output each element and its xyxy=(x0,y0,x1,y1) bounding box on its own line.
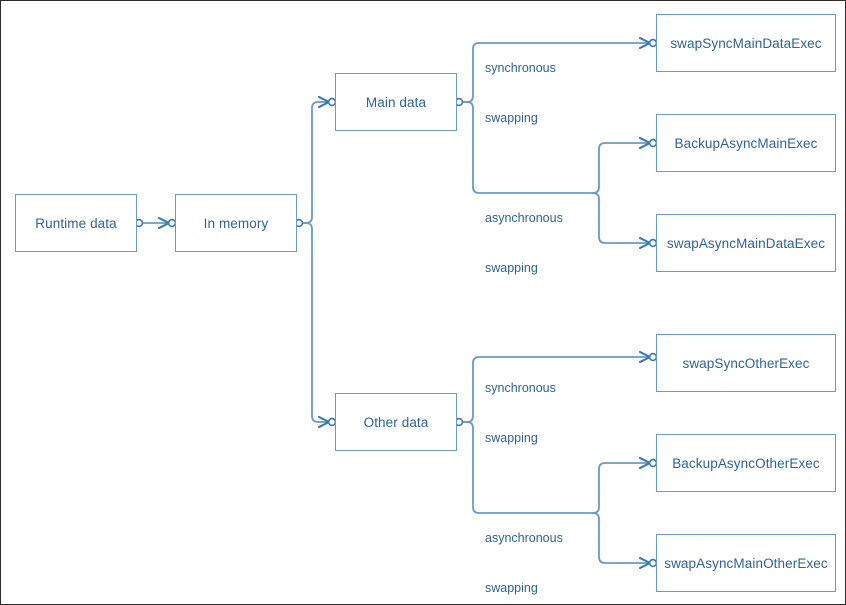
node-label: swapAsyncMainOtherExec xyxy=(664,555,828,571)
node-swap-sync-main-data-exec[interactable]: swapSyncMainDataExec xyxy=(656,14,836,72)
edge-label-async-main: asynchronous swapping xyxy=(485,177,563,309)
edge-main-data-async-swap xyxy=(592,192,652,250)
edge-main-data-async-backup xyxy=(592,136,652,194)
edge-label-line2: swapping xyxy=(485,110,538,125)
node-backup-async-main-exec[interactable]: BackupAsyncMainExec xyxy=(656,114,836,172)
edge-label-line2: swapping xyxy=(485,260,538,275)
node-main-data[interactable]: Main data xyxy=(335,73,457,131)
diagram-canvas: Runtime data In memory Main data Other d… xyxy=(0,0,846,605)
node-swap-async-main-data-exec[interactable]: swapAsyncMainDataExec xyxy=(656,214,836,272)
node-backup-async-other-exec[interactable]: BackupAsyncOtherExec xyxy=(656,434,836,492)
node-label: BackupAsyncOtherExec xyxy=(672,455,820,471)
edge-label-line2: swapping xyxy=(485,430,538,445)
node-label: Runtime data xyxy=(35,215,117,231)
node-in-memory[interactable]: In memory xyxy=(175,194,297,252)
node-runtime-data[interactable]: Runtime data xyxy=(15,194,137,252)
edge-in-memory-to-other-data xyxy=(301,222,331,429)
node-label: swapAsyncMainDataExec xyxy=(666,235,826,251)
node-label: Other data xyxy=(363,414,429,430)
node-swap-sync-other-exec[interactable]: swapSyncOtherExec xyxy=(656,334,836,392)
node-label: BackupAsyncMainExec xyxy=(674,135,818,151)
edge-label-line1: asynchronous xyxy=(485,531,563,545)
node-swap-async-main-other-exec[interactable]: swapAsyncMainOtherExec xyxy=(656,534,836,592)
node-other-data[interactable]: Other data xyxy=(335,393,457,451)
node-label: swapSyncMainDataExec xyxy=(670,35,822,51)
edge-label-line1: asynchronous xyxy=(485,211,563,225)
edge-label-async-other: asynchronous swapping xyxy=(485,497,563,604)
node-label: In memory xyxy=(203,215,269,231)
node-label: swapSyncOtherExec xyxy=(682,355,810,371)
edge-label-line2: swapping xyxy=(485,580,538,595)
edge-label-line1: synchronous xyxy=(485,381,556,395)
node-label: Main data xyxy=(365,94,427,110)
edge-other-data-async-backup xyxy=(592,456,652,514)
edge-other-data-async-swap xyxy=(592,512,652,570)
edge-label-line1: synchronous xyxy=(485,61,556,75)
edge-label-sync-other: synchronous swapping xyxy=(485,347,556,479)
edge-in-memory-to-main-data xyxy=(301,95,331,224)
edge-label-sync-main: synchronous swapping xyxy=(485,27,556,159)
